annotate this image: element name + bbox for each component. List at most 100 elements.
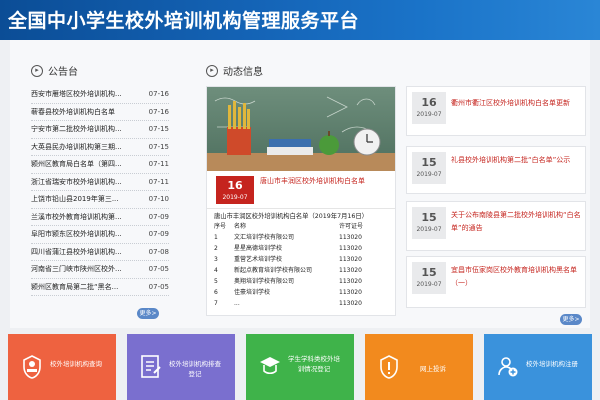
notice-item[interactable]: 颍州区教育局白名单（第四... 07-11 xyxy=(31,156,169,174)
service-tile-label: 校外培训机构注册 xyxy=(526,360,578,368)
top-banner: 全国中小学生校外培训机构管理服务平台 xyxy=(0,0,600,40)
news-more-button[interactable]: 更多> xyxy=(560,314,582,325)
news-list-item[interactable]: 15 2019-07 礼县校外培训机构第二批“白名单”公示 xyxy=(406,146,586,194)
circle-arrow-icon: ▸ xyxy=(206,64,218,77)
notice-item[interactable]: 四川省蒲江县校外培训机构... 07-08 xyxy=(31,244,169,261)
circle-arrow-icon: ▸ xyxy=(31,64,43,77)
table-cell: 新起点教育培训学校有限公司 xyxy=(234,267,313,274)
notice-date: 07-11 xyxy=(148,160,169,168)
news-list-item[interactable]: 16 2019-07 衢州市衢江区校外培训机构白名单更新 xyxy=(406,86,586,136)
table-row: 2 星星高德培训学校 113020 xyxy=(214,243,394,254)
notice-item[interactable]: 宁安市第二批校外培训机构... 07-15 xyxy=(31,121,169,139)
feature-date-badge: 16 2019-07 xyxy=(216,176,254,204)
service-tile[interactable]: 校外培训机构查询 xyxy=(8,334,116,400)
service-tile-label: 校外培训机构查询 xyxy=(50,360,102,368)
student-book-icon xyxy=(259,354,281,380)
notice-date: 07-09 xyxy=(148,230,169,238)
notice-item[interactable]: 蕲春县校外培训机构白名单 07-16 xyxy=(31,104,169,121)
table-row: 3 重营艺术培训学校 113020 xyxy=(214,254,394,265)
service-tile[interactable]: 校外培训机构排查登记 xyxy=(127,334,235,400)
table-cell: 星星高德培训学校 xyxy=(234,245,283,252)
notice-title[interactable]: 蕲春县校外培训机构白名单 xyxy=(31,104,135,121)
add-user-icon xyxy=(497,354,519,380)
notice-item[interactable]: 兰溪市校外教育培训机构第... 07-09 xyxy=(31,209,169,226)
table-cell: 113020 xyxy=(339,267,362,274)
table-cell: ... xyxy=(234,300,240,307)
news-item-title[interactable]: 宜昌市伍家岗区校外教育培训机构黑名单（一） xyxy=(451,264,581,290)
notice-item[interactable]: 浙江省瑞安市校外培训机构... 07-11 xyxy=(31,174,169,191)
table-header-row: 序号 名称 许可证号 xyxy=(214,221,394,232)
table-cell: 113020 xyxy=(339,234,362,241)
notice-title[interactable]: 大英县民办培训机构第三期... xyxy=(31,139,135,156)
notice-date: 07-16 xyxy=(148,107,169,116)
feature-table: 序号 名称 许可证号 1 文汇培训学校有限公司 113020 2 星星高德培训学校 113020… xyxy=(214,221,394,309)
feature-caption: 唐山市丰润区校外培训机构白名单（2019年7月16日） xyxy=(214,213,368,220)
service-tile[interactable]: 校外培训机构注册 xyxy=(484,334,592,400)
table-row: 1 文汇培训学校有限公司 113020 xyxy=(214,232,394,243)
alert-shield-icon xyxy=(378,354,400,380)
notice-title[interactable]: 西安市雁塔区校外培训机构... xyxy=(31,86,135,103)
notice-board-heading: ▸ 公告台 xyxy=(31,63,78,78)
news-date-badge: 15 2019-07 xyxy=(412,262,446,294)
person-stamp-icon xyxy=(21,354,43,380)
service-tile-label: 网上投诉 xyxy=(420,365,446,373)
table-cell: 5 xyxy=(214,278,218,285)
notice-item[interactable]: 颍州区教育局第二批“黑名... 07-05 xyxy=(31,279,169,296)
service-tile-label: 学生学科类校外培训情况登记 xyxy=(288,355,340,373)
table-row: 5 奥翔培训学校有限公司 113020 xyxy=(214,276,394,287)
news-item-title[interactable]: 礼县校外培训机构第二批“白名单”公示 xyxy=(451,154,581,167)
notice-date: 07-05 xyxy=(148,282,169,291)
notice-date: 07-15 xyxy=(148,142,169,151)
table-cell: 佳豪培训学校 xyxy=(234,289,271,296)
feature-news-title[interactable]: 唐山市丰润区校外培训机构白名单 xyxy=(260,176,365,186)
notice-title[interactable]: 颍州区教育局第二批“黑名... xyxy=(31,279,135,296)
notice-more-button[interactable]: 更多> xyxy=(137,308,159,319)
notice-title[interactable]: 兰溪市校外教育培训机构第... xyxy=(31,209,135,226)
news-date-badge: 15 2019-07 xyxy=(412,207,446,239)
news-date-badge: 15 2019-07 xyxy=(412,152,446,184)
notice-title[interactable]: 阜阳市颍东区校外培训机构... xyxy=(31,226,135,243)
notice-date: 07-11 xyxy=(148,177,169,186)
table-cell: 4 xyxy=(214,267,218,274)
col-header: 许可证号 xyxy=(339,223,364,230)
notice-title[interactable]: 河南省三门峡市陕州区校外... xyxy=(31,261,135,278)
news-heading: ▸ 动态信息 xyxy=(206,63,263,78)
col-header: 名称 xyxy=(234,223,247,230)
notice-item[interactable]: 阜阳市颍东区校外培训机构... 07-09 xyxy=(31,226,169,244)
notice-title[interactable]: 浙江省瑞安市校外培训机构... xyxy=(31,174,135,191)
classroom-photo xyxy=(207,87,395,171)
notice-date: 07-15 xyxy=(148,125,169,133)
news-item-title[interactable]: 关于公布南陵县第二批校外培训机构“白名单”的通告 xyxy=(451,209,581,235)
table-row: 7... 113020 xyxy=(214,298,394,309)
table-cell: 3 xyxy=(214,256,218,263)
table-cell: 奥翔培训学校有限公司 xyxy=(234,278,295,285)
notice-item[interactable]: 大英县民办培训机构第三期... 07-15 xyxy=(31,139,169,156)
service-tile-label: 校外培训机构排查登记 xyxy=(169,360,221,378)
news-heading-title: 动态信息 xyxy=(223,67,263,78)
notice-title[interactable]: 四川省蒲江县校外培训机构... xyxy=(31,244,135,261)
notice-date: 07-10 xyxy=(148,195,169,203)
edit-document-icon xyxy=(140,354,162,380)
chalkboard-illustration-icon xyxy=(207,96,395,171)
service-tile[interactable]: 网上投诉 xyxy=(365,334,473,400)
news-list-item[interactable]: 15 2019-07 宜昌市伍家岗区校外教育培训机构黑名单（一） xyxy=(406,256,586,308)
notice-item[interactable]: 河南省三门峡市陕州区校外... 07-05 xyxy=(31,261,169,279)
news-date-badge: 16 2019-07 xyxy=(412,92,446,124)
table-cell: 1 xyxy=(214,234,218,241)
news-item-title[interactable]: 衢州市衢江区校外培训机构白名单更新 xyxy=(451,97,581,110)
table-cell: 7 xyxy=(214,300,218,307)
table-row: 4 新起点教育培训学校有限公司 113020 xyxy=(214,265,394,276)
service-tile[interactable]: 学生学科类校外培训情况登记 xyxy=(246,334,354,400)
notice-item[interactable]: 西安市雁塔区校外培训机构... 07-16 xyxy=(31,86,169,104)
table-row: 6 佳豪培训学校 113020 xyxy=(214,287,394,298)
notice-title[interactable]: 颍州区教育局白名单（第四... xyxy=(31,156,135,173)
news-list-item[interactable]: 15 2019-07 关于公布南陵县第二批校外培训机构“白名单”的通告 xyxy=(406,201,586,251)
table-cell: 6 xyxy=(214,289,218,296)
table-cell: 113020 xyxy=(339,245,362,252)
notice-title[interactable]: 上饶市铅山县2019年第三... xyxy=(31,191,135,208)
col-header: 序号 xyxy=(214,223,227,230)
table-cell: 113020 xyxy=(339,300,362,307)
notice-item[interactable]: 上饶市铅山县2019年第三... 07-10 xyxy=(31,191,169,209)
notice-title[interactable]: 宁安市第二批校外培训机构... xyxy=(31,121,135,138)
notice-date: 07-09 xyxy=(148,212,169,221)
